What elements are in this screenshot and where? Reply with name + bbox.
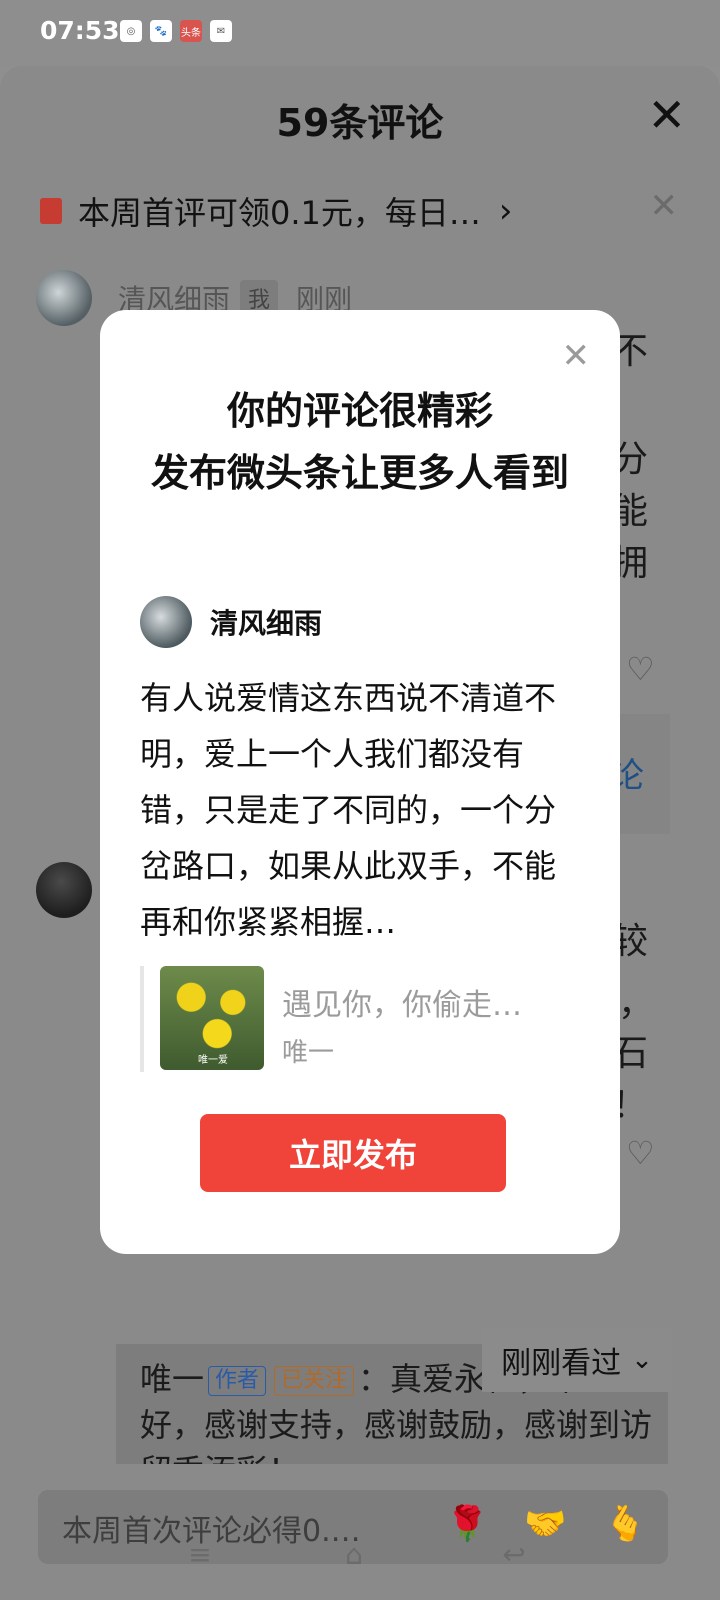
followed-badge: 已关注 [274, 1366, 355, 1396]
status-time: 07:53 [40, 16, 120, 45]
status-bar: 07:53 ◎ 🐾 头条 ✉ [0, 0, 720, 66]
comments-title: 59条评论 [276, 101, 444, 145]
article-thumbnail: 唯一爱 [160, 966, 264, 1070]
dialog-title: 你的评论很精彩 发布微头条让更多人看到 [140, 380, 580, 504]
avatar[interactable] [36, 862, 92, 918]
double-chevron-down-icon: ⌄ [631, 1345, 653, 1375]
back-icon[interactable]: ↩ [494, 1538, 534, 1571]
paw-icon: 🐾 [150, 20, 172, 42]
toutiao-icon: 头条 [180, 20, 202, 42]
status-icons: ◎ 🐾 头条 ✉ [120, 20, 232, 42]
comment-fragment: ， [618, 983, 655, 1024]
broken-heart-icon[interactable]: ♡ [626, 1134, 660, 1172]
menu-icon[interactable]: ≡ [180, 1538, 220, 1571]
chevron-right-icon: › [498, 191, 513, 231]
navigation-bar: ≡ ⌂ ↩ [0, 1510, 720, 1600]
promo-banner[interactable]: 本周首评可领0.1元，每日… › [40, 188, 513, 234]
publish-dialog: ✕ 你的评论很精彩 发布微头条让更多人看到 清风细雨 有人说爱情这东西说不清道不… [100, 310, 620, 1254]
dialog-title-line2: 发布微头条让更多人看到 [150, 451, 569, 495]
thumbnail-caption: 唯一爱 [198, 1055, 228, 1066]
close-icon[interactable]: ✕ [562, 336, 591, 376]
promo-text: 本周首评可领0.1元，每日… [78, 194, 481, 232]
reply-user[interactable]: 唯一 [140, 1360, 204, 1398]
quoted-article-title: 遇见你，你偷走… [282, 988, 522, 1023]
author-badge: 作者 [208, 1366, 267, 1396]
dialog-comment-text: 有人说爱情这东西说不清道不明，爱上一个人我们都没有错，只是走了不同的，一个分岔路… [140, 679, 557, 941]
close-icon[interactable]: ✕ [647, 92, 686, 138]
message-icon: ✉ [210, 20, 232, 42]
red-envelope-icon [40, 198, 62, 224]
app-icon-1: ◎ [120, 20, 142, 42]
recently-viewed-label: 刚刚看过 [501, 1346, 622, 1381]
quoted-article-author: 唯一 [282, 1038, 335, 1068]
dialog-user: 清风细雨 [140, 596, 322, 648]
avatar[interactable] [36, 270, 92, 326]
avatar [140, 596, 192, 648]
broken-heart-icon[interactable]: ♡ [626, 650, 660, 688]
recently-viewed-button[interactable]: 刚刚看过 ⌄ [482, 1328, 672, 1392]
quoted-article[interactable]: 唯一爱 遇见你，你偷走… 唯一 [140, 966, 584, 1072]
home-icon[interactable]: ⌂ [334, 1538, 374, 1571]
publish-now-button[interactable]: 立即发布 [200, 1114, 506, 1192]
dialog-user-name: 清风细雨 [210, 607, 323, 640]
promo-close-icon[interactable]: ✕ [650, 186, 679, 226]
dialog-title-line1: 你的评论很精彩 [226, 389, 493, 433]
